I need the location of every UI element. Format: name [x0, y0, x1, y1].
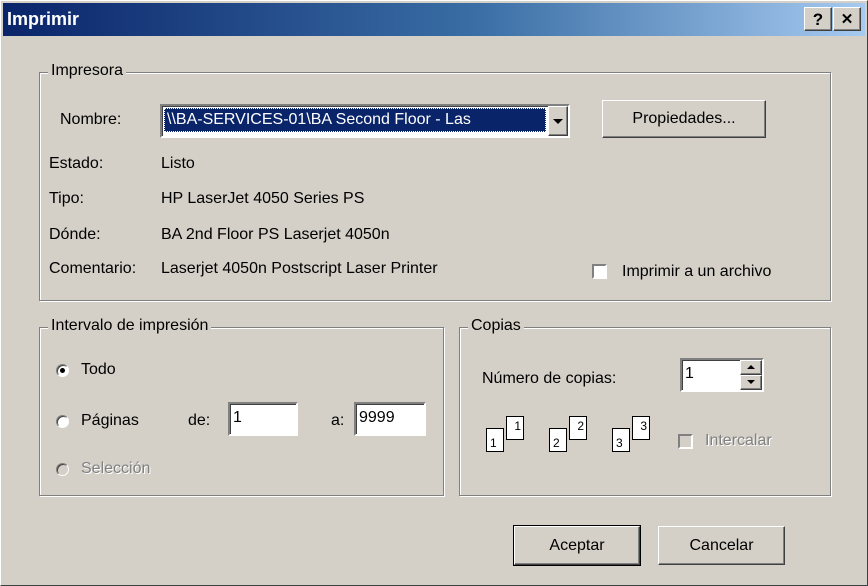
- page-back-1: 1: [506, 416, 524, 440]
- chevron-down-icon: [747, 380, 755, 384]
- page-front-1: 1: [486, 428, 504, 452]
- printer-group-label: Impresora: [48, 62, 127, 80]
- printer-name-selection: \\BA-SERVICES-01\BA Second Floor - Las: [164, 108, 546, 132]
- printer-name-label: Nombre:: [60, 111, 122, 128]
- dialog-title: Imprimir: [7, 9, 80, 29]
- chevron-down-icon: [553, 119, 563, 124]
- status-label: Estado:: [49, 155, 104, 172]
- where-value: BA 2nd Floor PS Laserjet 4050n: [161, 226, 390, 243]
- print-to-file-checkbox[interactable]: [592, 264, 607, 279]
- from-page-value: 1: [233, 409, 242, 426]
- ok-button[interactable]: Aceptar: [513, 525, 641, 566]
- to-page-value: 9999: [359, 409, 395, 426]
- copies-group: Copias Número de copias: 1 1 1 2 2 3 3 I…: [459, 317, 831, 496]
- radio-pages[interactable]: [56, 415, 69, 428]
- print-to-file-label[interactable]: Imprimir a un archivo: [622, 263, 771, 281]
- collate-label[interactable]: Intercalar: [705, 432, 772, 450]
- spinner-down-button[interactable]: [740, 375, 762, 390]
- page-front-2: 2: [549, 428, 567, 452]
- radio-pages-label[interactable]: Páginas: [81, 412, 139, 430]
- print-range-group-label: Intervalo de impresión: [48, 317, 212, 335]
- close-button[interactable]: ✕: [833, 7, 861, 31]
- where-label: Dónde:: [49, 226, 101, 243]
- page-front-3: 3: [612, 428, 630, 452]
- cancel-button[interactable]: Cancelar: [658, 526, 785, 565]
- comment-label: Comentario:: [49, 260, 137, 277]
- copies-group-label: Copias: [468, 317, 524, 335]
- from-page-input[interactable]: 1: [228, 402, 298, 436]
- type-label: Tipo:: [49, 190, 84, 207]
- chevron-up-icon: [747, 365, 755, 369]
- to-page-input[interactable]: 9999: [354, 402, 426, 436]
- print-dialog: Imprimir ? ✕ Impresora Nombre: \\BA-SERV…: [0, 0, 868, 586]
- comment-value: Laserjet 4050n Postscript Laser Printer: [161, 260, 438, 277]
- copies-count-spinner[interactable]: 1: [680, 358, 764, 392]
- from-label: de:: [188, 412, 211, 429]
- printer-group: Impresora Nombre: \\BA-SERVICES-01\BA Se…: [39, 62, 831, 301]
- printer-name-dropdown[interactable]: \\BA-SERVICES-01\BA Second Floor - Las: [160, 104, 570, 138]
- radio-all-label[interactable]: Todo: [81, 361, 116, 379]
- spinner-up-button[interactable]: [740, 360, 762, 375]
- copies-count-value: 1: [685, 365, 694, 382]
- printer-name-value: \\BA-SERVICES-01\BA Second Floor - Las: [167, 111, 471, 128]
- radio-selection-label[interactable]: Selección: [81, 460, 150, 478]
- properties-button[interactable]: Propiedades...: [602, 100, 766, 138]
- page-back-3: 3: [632, 416, 650, 440]
- radio-all[interactable]: [56, 364, 69, 377]
- radio-selection[interactable]: [56, 463, 69, 476]
- print-range-group: Intervalo de impresión Todo Páginas de: …: [39, 317, 444, 496]
- copies-count-label: Número de copias:: [482, 370, 617, 387]
- page-back-2: 2: [569, 416, 587, 440]
- title-bar[interactable]: Imprimir ? ✕: [3, 3, 865, 36]
- to-label: a:: [331, 412, 345, 429]
- status-value: Listo: [161, 155, 195, 172]
- printer-dropdown-button[interactable]: [548, 106, 568, 136]
- collate-checkbox[interactable]: [678, 434, 693, 449]
- type-value: HP LaserJet 4050 Series PS: [161, 190, 365, 207]
- help-button[interactable]: ?: [804, 7, 832, 31]
